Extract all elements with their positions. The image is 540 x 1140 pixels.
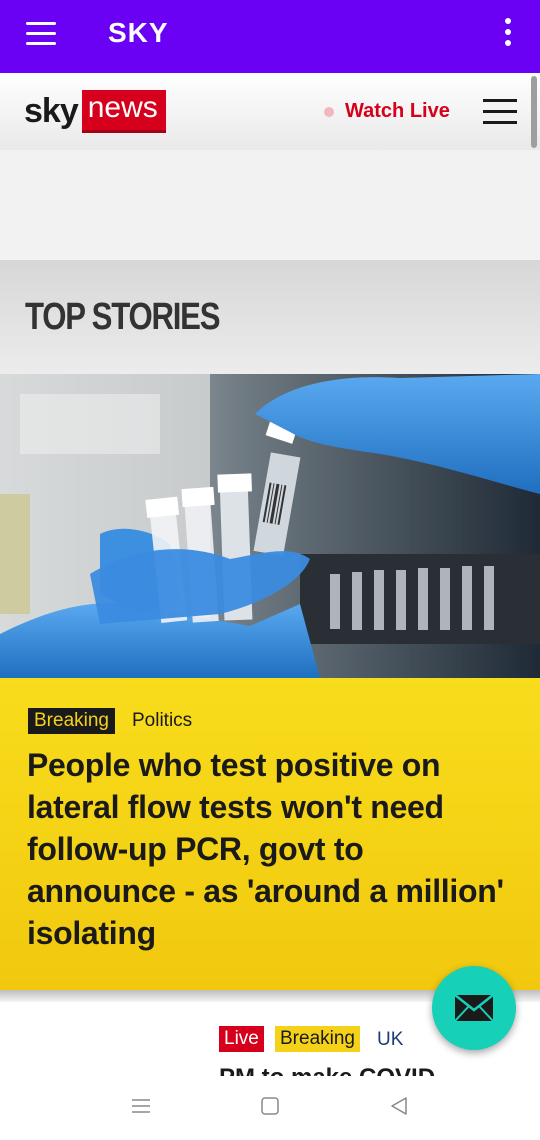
site-menu-icon[interactable] (483, 99, 517, 125)
home-icon[interactable] (260, 1096, 280, 1116)
app-bar: SKY (0, 0, 540, 73)
logo-sky-text: sky (24, 91, 79, 130)
top-story-card[interactable]: Breaking Politics People who test positi… (0, 678, 540, 990)
logo-news-text: news (81, 89, 166, 133)
breaking-badge: Breaking (28, 708, 115, 734)
ad-space (0, 150, 540, 260)
next-story-headline[interactable]: PM to make COVID (219, 1064, 435, 1076)
mail-icon (454, 994, 494, 1022)
recents-icon[interactable] (131, 1096, 151, 1116)
system-nav-bar (0, 1076, 540, 1140)
category-link[interactable]: UK (377, 1029, 403, 1051)
top-story-image[interactable] (0, 374, 540, 678)
more-options-icon[interactable] (502, 18, 514, 48)
top-story-headline[interactable]: People who test positive on lateral flow… (27, 744, 517, 954)
sky-news-header: sky news Watch Live (0, 73, 540, 150)
sky-news-logo[interactable]: sky news (24, 89, 166, 133)
live-badge: Live (219, 1026, 264, 1052)
menu-icon[interactable] (26, 22, 58, 48)
breaking-badge: Breaking (275, 1026, 360, 1052)
app-title: SKY (108, 17, 169, 48)
scrollbar[interactable] (531, 76, 537, 148)
top-stories-section-header: TOP STORIES (0, 260, 540, 374)
mail-fab-button[interactable] (432, 966, 516, 1050)
watch-live-label: Watch Live (345, 100, 450, 122)
category-link[interactable]: Politics (132, 710, 192, 732)
live-dot-icon (324, 106, 334, 117)
back-icon[interactable] (389, 1096, 409, 1116)
watch-live-link[interactable]: Watch Live (324, 100, 450, 123)
section-title: TOP STORIES (25, 296, 221, 338)
